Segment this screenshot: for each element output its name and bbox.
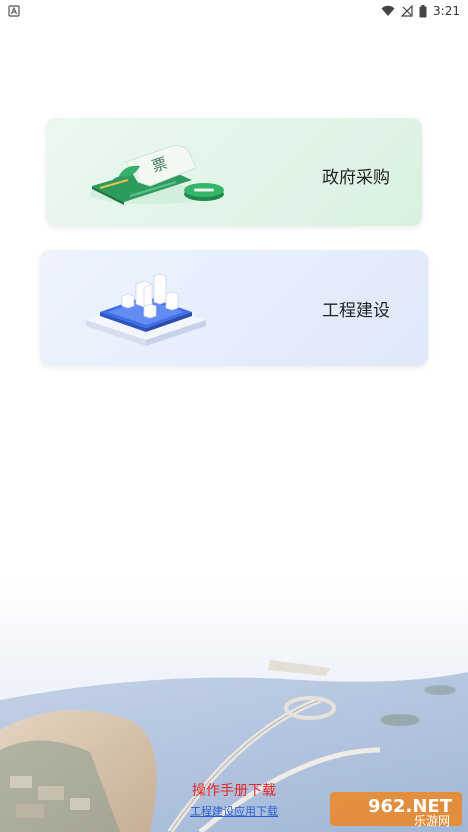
building-platform-icon: [80, 262, 220, 356]
battery-icon: [419, 4, 427, 18]
card-label-construction: 工程建设: [322, 301, 390, 321]
engineering-construction-card[interactable]: 工程建设: [40, 250, 428, 366]
wifi-icon: [381, 5, 395, 17]
site-watermark: 962.NET 乐游网: [330, 790, 462, 828]
government-procurement-card[interactable]: 票 政府采购: [46, 118, 422, 226]
bill-cash-icon: 票: [80, 128, 230, 220]
status-bar: 3:21: [0, 0, 468, 22]
card-label-procurement: 政府采购: [322, 168, 390, 188]
signal-icon: [401, 5, 413, 17]
watermark-sub: 乐游网: [413, 814, 450, 828]
status-time: 3:21: [433, 4, 460, 18]
notification-a-icon: [8, 5, 20, 17]
